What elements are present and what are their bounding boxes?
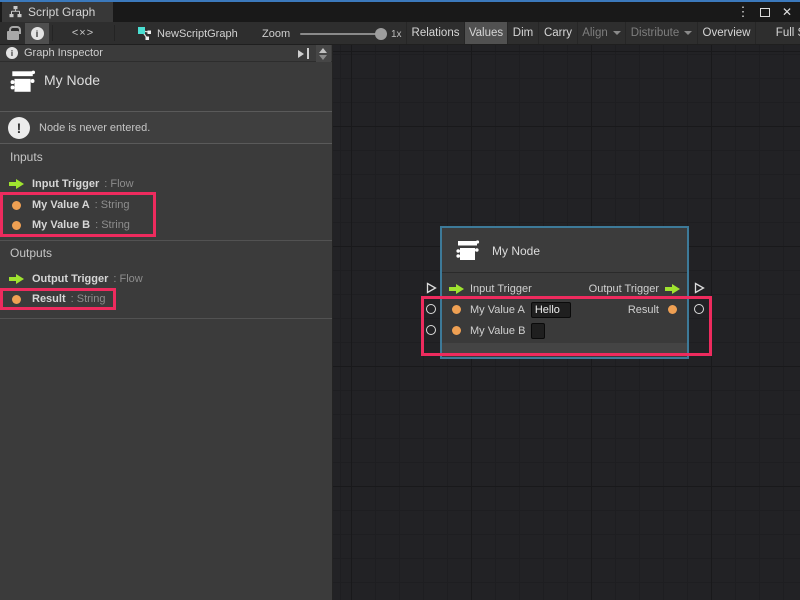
output-trigger-port-icon[interactable] — [665, 284, 680, 294]
inspector-title: Graph Inspector — [24, 47, 103, 59]
result-port-icon[interactable] — [668, 305, 677, 314]
value-b-label: My Value B — [470, 325, 525, 337]
relations-button[interactable]: Relations — [406, 22, 464, 44]
value-port-icon — [12, 201, 21, 210]
graph-canvas[interactable]: My Node Input Trigger Output Trigger My … — [333, 45, 800, 600]
warning-text: Node is never entered. — [39, 122, 150, 134]
titlebar: Script Graph — [0, 0, 800, 22]
info-icon: i — [6, 47, 18, 59]
toolbar-buttons: Relations Values Dim Carry Align Distrib… — [406, 22, 800, 44]
value-a-label: My Value A — [470, 304, 525, 316]
dim-button[interactable]: Dim — [507, 22, 538, 44]
window-menu-icon[interactable] — [732, 2, 754, 22]
inspector-node-title: My Node — [44, 72, 100, 88]
result-label: Result — [628, 304, 659, 316]
close-icon[interactable] — [776, 2, 798, 22]
tab-label: Script Graph — [28, 5, 95, 19]
input-trigger-port-icon[interactable] — [449, 284, 464, 294]
inspector-header: i Graph Inspector — [0, 45, 332, 62]
zoom-label: Zoom — [262, 28, 290, 40]
external-flow-port-in[interactable] — [426, 282, 437, 294]
value-a-port-icon[interactable] — [452, 305, 461, 314]
window-controls — [732, 2, 798, 22]
script-graph-hierarchy-icon — [9, 6, 22, 18]
overview-button[interactable]: Overview — [697, 22, 755, 44]
flow-port-icon — [9, 274, 24, 284]
inspector-port-row-result: Result : String — [9, 290, 105, 308]
graph-asset-icon — [137, 26, 152, 41]
outputs-heading: Outputs — [10, 246, 52, 260]
value-port-icon — [12, 221, 21, 230]
node-row-value-a: My Value A Result — [442, 299, 687, 320]
warning-box: ! Node is never entered. — [0, 111, 332, 144]
value-port-icon — [12, 295, 21, 304]
graph-inspector-panel: i Graph Inspector My Node ! Node is neve… — [0, 45, 333, 600]
zoom-slider-track[interactable] — [300, 33, 384, 35]
graph-node-my-node[interactable]: My Node Input Trigger Output Trigger My … — [440, 226, 689, 359]
node-header[interactable]: My Node — [442, 228, 687, 273]
lock-icon[interactable] — [7, 31, 19, 40]
chevron-down-icon — [613, 31, 621, 35]
value-b-port-icon[interactable] — [452, 326, 461, 335]
inspector-port-row-input-trigger: Input Trigger : Flow — [9, 175, 134, 193]
inspector-port-row-value-b: My Value B : String — [9, 216, 130, 234]
tab-script-graph[interactable]: Script Graph — [2, 2, 113, 22]
section-divider — [0, 318, 332, 319]
align-button[interactable]: Align — [577, 22, 625, 44]
node-icon — [454, 237, 480, 263]
output-trigger-label: Output Trigger — [589, 283, 659, 295]
toolbar: i NewScriptGraph Zoom 1x Relations Value… — [0, 22, 800, 45]
node-icon — [8, 67, 36, 95]
node-footer — [442, 343, 687, 354]
node-title: My Node — [492, 244, 540, 258]
chevron-down-icon — [684, 31, 692, 35]
panel-spinner[interactable] — [316, 45, 331, 62]
toolbar-separator — [52, 25, 53, 41]
input-trigger-label: Input Trigger — [470, 283, 532, 295]
inspector-toggle-button[interactable]: i — [25, 23, 49, 44]
external-flow-port-out[interactable] — [694, 282, 705, 294]
graph-asset-name: NewScriptGraph — [157, 28, 238, 40]
graph-asset-button[interactable]: NewScriptGraph — [137, 25, 238, 42]
code-preview-button[interactable] — [62, 24, 104, 42]
external-value-port-a[interactable] — [426, 304, 436, 314]
zoom-value: 1x — [391, 29, 402, 40]
distribute-button[interactable]: Distribute — [625, 22, 697, 44]
carry-button[interactable]: Carry — [538, 22, 577, 44]
warning-icon: ! — [8, 117, 30, 139]
inspector-port-row-value-a: My Value A : String — [9, 196, 130, 214]
dock-panel-icon[interactable] — [298, 48, 311, 59]
external-value-port-b[interactable] — [426, 325, 436, 335]
flow-port-icon — [9, 179, 24, 189]
info-icon: i — [31, 27, 44, 40]
value-b-input[interactable] — [531, 323, 545, 339]
node-row-value-b: My Value B — [442, 320, 687, 341]
zoom-slider-knob[interactable] — [375, 28, 387, 40]
inputs-heading: Inputs — [10, 150, 43, 164]
toolbar-separator — [114, 25, 115, 41]
node-row-triggers: Input Trigger Output Trigger — [442, 278, 687, 299]
section-divider — [0, 240, 332, 241]
external-value-port-result[interactable] — [694, 304, 704, 314]
value-a-input[interactable] — [531, 302, 571, 318]
maximize-icon[interactable] — [754, 2, 776, 22]
fullscreen-button[interactable]: Full S — [755, 22, 800, 44]
values-button[interactable]: Values — [464, 22, 507, 44]
inspector-port-row-output-trigger: Output Trigger : Flow — [9, 270, 143, 288]
